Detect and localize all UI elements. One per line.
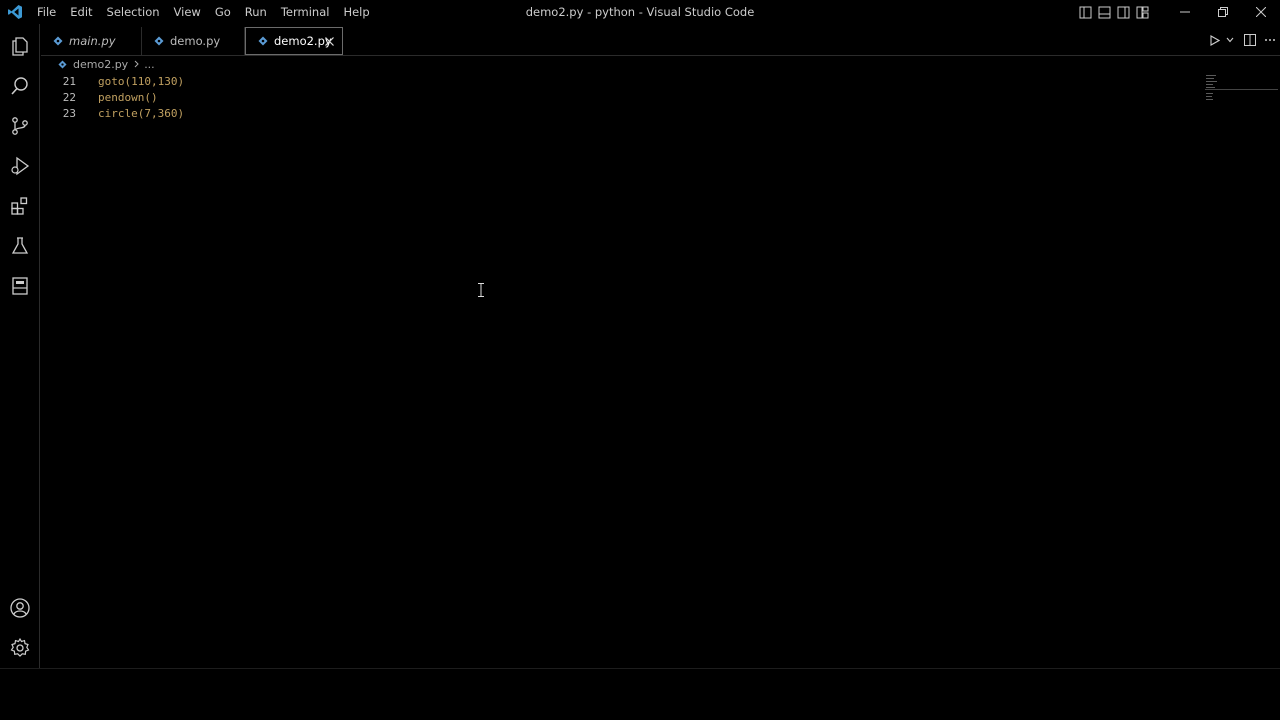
toggle-secondary-sidebar-icon[interactable] xyxy=(1114,0,1133,24)
tab-demo-py[interactable]: demo.py xyxy=(142,27,245,55)
editor-tab-bar: main.py demo.py demo2.py xyxy=(41,24,1280,56)
menu-selection[interactable]: Selection xyxy=(100,0,167,24)
text-cursor-icon xyxy=(478,283,484,297)
tab-label: demo.py xyxy=(170,34,221,48)
run-debug-icon[interactable] xyxy=(0,146,40,186)
menu-view[interactable]: View xyxy=(167,0,208,24)
breadcrumb-symbols[interactable]: ... xyxy=(144,58,155,71)
extensions-icon[interactable] xyxy=(0,186,40,226)
chevron-down-icon[interactable] xyxy=(1224,24,1236,56)
line-code[interactable]: circle(7,360) xyxy=(98,107,184,120)
title-bar: File Edit Selection View Go Run Terminal… xyxy=(0,0,1280,24)
line-number: 22 xyxy=(62,90,76,104)
source-control-icon[interactable] xyxy=(0,106,40,146)
tab-main-py[interactable]: main.py xyxy=(41,27,142,55)
python-file-icon xyxy=(258,36,268,46)
editor-actions xyxy=(1204,24,1280,56)
vscode-logo-icon xyxy=(0,0,30,24)
close-tab-icon[interactable] xyxy=(322,34,336,48)
title-bar-controls xyxy=(1076,0,1280,24)
tab-demo2-py[interactable]: demo2.py xyxy=(245,27,343,55)
code-line: 23 circle(7,360) xyxy=(41,105,184,121)
toggle-primary-sidebar-icon[interactable] xyxy=(1076,0,1095,24)
account-icon[interactable] xyxy=(0,588,40,628)
split-editor-icon[interactable] xyxy=(1240,24,1260,56)
toggle-panel-icon[interactable] xyxy=(1095,0,1114,24)
activity-bar xyxy=(0,24,40,668)
line-code[interactable]: pendown() xyxy=(98,91,158,104)
explorer-icon[interactable] xyxy=(0,26,40,66)
python-file-icon xyxy=(53,36,63,46)
tab-label: main.py xyxy=(69,34,116,48)
testing-icon[interactable] xyxy=(0,226,40,266)
line-number: 23 xyxy=(62,106,76,120)
menu-run[interactable]: Run xyxy=(238,0,274,24)
python-file-icon xyxy=(154,36,164,46)
line-number: 21 xyxy=(62,74,76,88)
python-file-icon xyxy=(58,59,67,69)
code-line: 21 goto(110,130) xyxy=(41,73,184,89)
breadcrumb-file[interactable]: demo2.py xyxy=(73,58,128,71)
customize-layout-icon[interactable] xyxy=(1133,0,1152,24)
minimap-slider[interactable] xyxy=(1205,89,1278,90)
line-code[interactable]: goto(110,130) xyxy=(98,75,184,88)
chevron-right-icon xyxy=(134,58,139,71)
menu-bar: File Edit Selection View Go Run Terminal… xyxy=(30,0,377,24)
remote-explorer-icon[interactable] xyxy=(0,266,40,306)
status-bar xyxy=(0,668,1280,720)
search-icon[interactable] xyxy=(0,66,40,106)
code-editor[interactable]: 21 goto(110,130) 22 pendown() 23 circle(… xyxy=(41,73,1201,667)
close-window-icon[interactable] xyxy=(1242,0,1280,24)
menu-edit[interactable]: Edit xyxy=(63,0,99,24)
run-python-file-icon[interactable] xyxy=(1204,24,1224,56)
more-actions-icon[interactable] xyxy=(1260,24,1280,56)
settings-gear-icon[interactable] xyxy=(0,628,40,668)
menu-terminal[interactable]: Terminal xyxy=(274,0,337,24)
restore-icon[interactable] xyxy=(1204,0,1242,24)
minimap[interactable] xyxy=(1205,74,1280,134)
menu-file[interactable]: File xyxy=(30,0,63,24)
breadcrumb: demo2.py ... xyxy=(58,56,155,72)
menu-help[interactable]: Help xyxy=(336,0,376,24)
menu-go[interactable]: Go xyxy=(208,0,238,24)
minimize-icon[interactable] xyxy=(1166,0,1204,24)
code-line: 22 pendown() xyxy=(41,89,158,105)
